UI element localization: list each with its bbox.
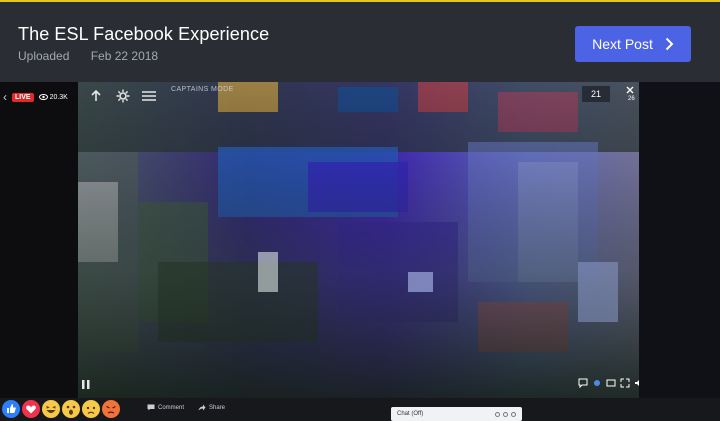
video-player[interactable]: ‹ LIVE 20.3K CAPTAINS MODE 21 26 — [0, 82, 720, 398]
pause-icon[interactable] — [82, 380, 90, 389]
comment-icon — [147, 404, 155, 411]
arrow-up-icon[interactable] — [90, 90, 102, 102]
chevron-right-icon — [665, 37, 674, 51]
upload-date: Feb 22 2018 — [90, 49, 159, 63]
chat-settings-icon[interactable] — [495, 411, 500, 417]
comment-label: Comment — [158, 404, 185, 411]
chat-controls — [495, 411, 516, 417]
post-viewer: The ESL Facebook Experience Uploaded Feb… — [0, 0, 720, 421]
share-button[interactable]: Share — [198, 404, 225, 411]
wow-icon[interactable] — [62, 400, 80, 418]
angry-icon[interactable] — [102, 400, 120, 418]
gear-icon[interactable] — [116, 89, 130, 103]
player-left-panel: ‹ LIVE 20.3K — [0, 82, 78, 398]
post-header: The ESL Facebook Experience Uploaded Feb… — [0, 2, 720, 82]
eye-icon — [38, 94, 48, 100]
love-icon[interactable] — [22, 400, 40, 418]
like-icon[interactable] — [2, 400, 20, 418]
live-badge: LIVE — [12, 92, 34, 102]
chat-popout-icon[interactable] — [503, 411, 508, 417]
post-title: The ESL Facebook Experience — [18, 24, 270, 44]
post-meta: Uploaded Feb 22 2018 — [18, 49, 158, 63]
reaction-bar: Comment Share — [0, 398, 720, 421]
share-icon — [198, 404, 206, 411]
view-counter: 20.3K — [38, 93, 68, 101]
next-post-button[interactable]: Next Post — [575, 26, 691, 62]
chat-toggle[interactable]: Chat (Off) — [391, 407, 522, 421]
haha-icon[interactable] — [42, 400, 60, 418]
chat-font-icon[interactable] — [511, 411, 516, 417]
sad-icon[interactable] — [82, 400, 100, 418]
video-frame[interactable] — [78, 82, 639, 398]
upload-status: Uploaded — [18, 49, 70, 63]
reaction-list — [2, 400, 120, 418]
video-glitch-image — [78, 82, 639, 398]
next-post-label: Next Post — [592, 36, 653, 52]
chat-label: Chat (Off) — [397, 411, 424, 417]
share-label: Share — [209, 404, 226, 411]
close-icon[interactable] — [626, 86, 634, 94]
player-right-panel — [639, 82, 720, 398]
live-indicator: ‹ LIVE 20.3K — [3, 90, 68, 104]
back-chevron-icon[interactable]: ‹ — [3, 90, 7, 104]
view-count: 20.3K — [49, 93, 68, 101]
comment-button[interactable]: Comment — [147, 404, 184, 411]
menu-icon[interactable] — [142, 91, 156, 101]
